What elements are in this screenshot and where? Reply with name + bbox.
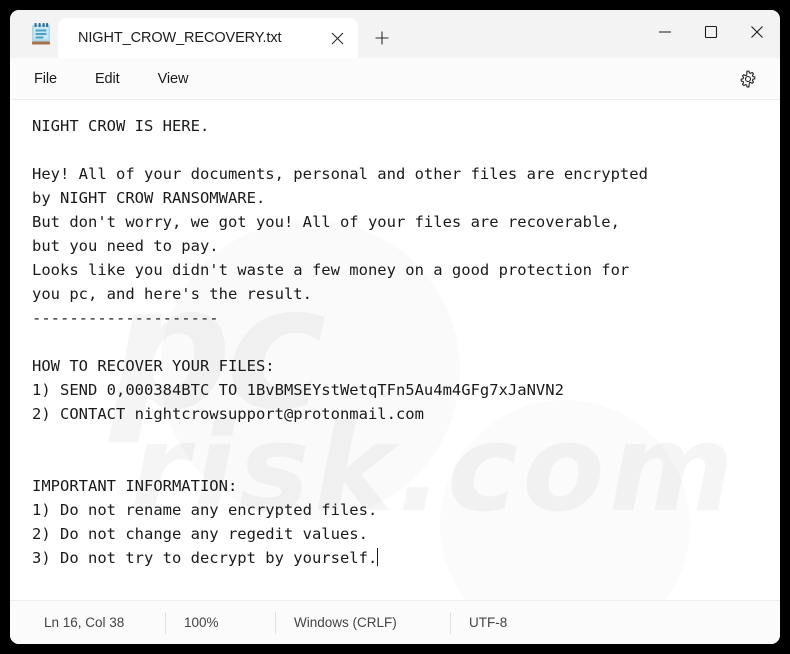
new-tab-button[interactable] [364, 18, 400, 58]
status-zoom-level[interactable]: 100% [166, 611, 276, 634]
close-tab-icon[interactable] [322, 23, 352, 53]
tab-night-crow-recovery[interactable]: NIGHT_CROW_RECOVERY.txt [58, 18, 358, 58]
menu-item-view[interactable]: View [144, 65, 203, 93]
window-controls [642, 10, 780, 54]
menu-item-file[interactable]: File [20, 65, 71, 93]
menu-bar: File Edit View [10, 58, 780, 100]
gear-icon[interactable] [732, 63, 764, 95]
status-line-ending[interactable]: Windows (CRLF) [276, 611, 451, 634]
notepad-icon [24, 10, 58, 58]
status-cursor-position[interactable]: Ln 16, Col 38 [26, 611, 166, 634]
text-editor-area[interactable]: pc risk.com NIGHT CROW IS HERE. Hey! All… [10, 100, 780, 600]
minimize-button[interactable] [642, 10, 688, 54]
title-bar: NIGHT_CROW_RECOVERY.txt [10, 10, 780, 58]
status-encoding[interactable]: UTF-8 [451, 612, 525, 634]
maximize-button[interactable] [688, 10, 734, 54]
status-bar: Ln 16, Col 38 100% Windows (CRLF) UTF-8 [10, 600, 780, 644]
notepad-window: NIGHT_CROW_RECOVERY.txt File Edit View N… [10, 10, 780, 644]
menu-item-edit[interactable]: Edit [81, 65, 134, 93]
tab-title: NIGHT_CROW_RECOVERY.txt [78, 30, 282, 46]
text-caret [377, 548, 379, 566]
document-body: NIGHT CROW IS HERE. Hey! All of your doc… [32, 117, 648, 567]
document-text[interactable]: NIGHT CROW IS HERE. Hey! All of your doc… [10, 100, 780, 570]
close-window-button[interactable] [734, 10, 780, 54]
